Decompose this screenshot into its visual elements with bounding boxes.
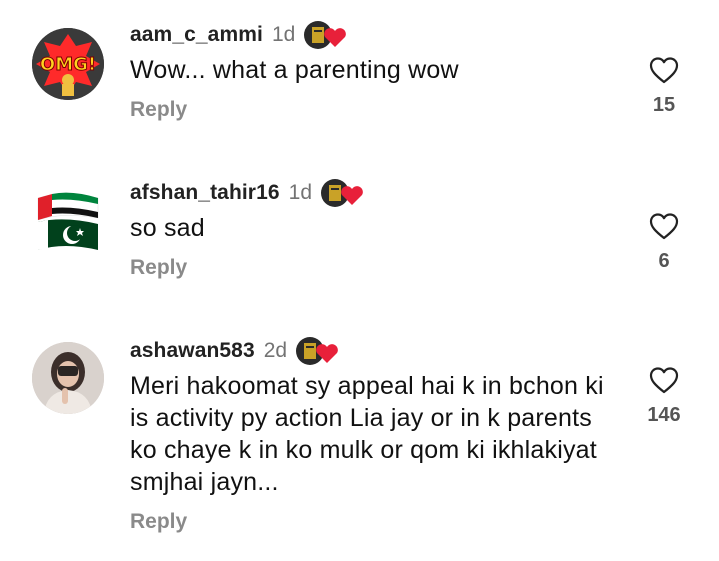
profile-photo-image: [32, 342, 104, 414]
fan-badge-icon: [295, 336, 341, 366]
comment-text: so sad: [130, 214, 205, 242]
comment-body: aam_c_ammi 1d Wow... what a parenting wo…: [130, 18, 610, 122]
comment-meta: afshan_tahir16 1d: [130, 176, 610, 210]
comment-text: Wow... what a parenting wow: [130, 56, 459, 84]
reply-button[interactable]: Reply: [130, 256, 187, 280]
reply-button[interactable]: Reply: [130, 98, 187, 122]
comment-body: afshan_tahir16 1d so sad Reply: [130, 176, 610, 280]
timestamp: 2d: [263, 339, 288, 362]
avatar[interactable]: [32, 342, 104, 414]
like-section: 146: [636, 366, 692, 427]
like-section: 6: [636, 212, 692, 273]
timestamp: 1d: [288, 181, 312, 204]
heart-outline-icon[interactable]: [649, 212, 679, 240]
username[interactable]: afshan_tahir16: [130, 181, 280, 205]
comment-body: ashawan583 2d Meri hakoomat sy appeal ha…: [130, 334, 610, 534]
omg-avatar-image: OMG!: [32, 28, 104, 100]
username[interactable]: ashawan583: [130, 339, 255, 363]
avatar[interactable]: [32, 184, 104, 256]
like-section: 15: [636, 56, 692, 117]
like-count: 146: [647, 404, 681, 426]
avatar[interactable]: OMG!: [32, 28, 104, 100]
fan-badge-icon: [320, 178, 366, 208]
like-count: 15: [652, 94, 676, 116]
comment-meta: aam_c_ammi 1d: [130, 18, 610, 52]
fan-badge-icon: [303, 20, 349, 50]
comment-text: Meri hakoomat sy appeal hai k in bchon k…: [130, 372, 604, 496]
reply-button[interactable]: Reply: [130, 510, 187, 534]
timestamp: 1d: [271, 23, 296, 46]
username[interactable]: aam_c_ammi: [130, 23, 263, 47]
flag-avatar-image: [37, 192, 99, 250]
like-count: 6: [658, 250, 670, 272]
avatar-logo-text: OMG!: [40, 54, 96, 75]
heart-outline-icon[interactable]: [649, 56, 679, 84]
heart-outline-icon[interactable]: [649, 366, 679, 394]
comment-meta: ashawan583 2d: [130, 334, 610, 368]
comment-list: OMG! aam_c_ammi 1d Wow... what a parenti…: [0, 0, 719, 561]
